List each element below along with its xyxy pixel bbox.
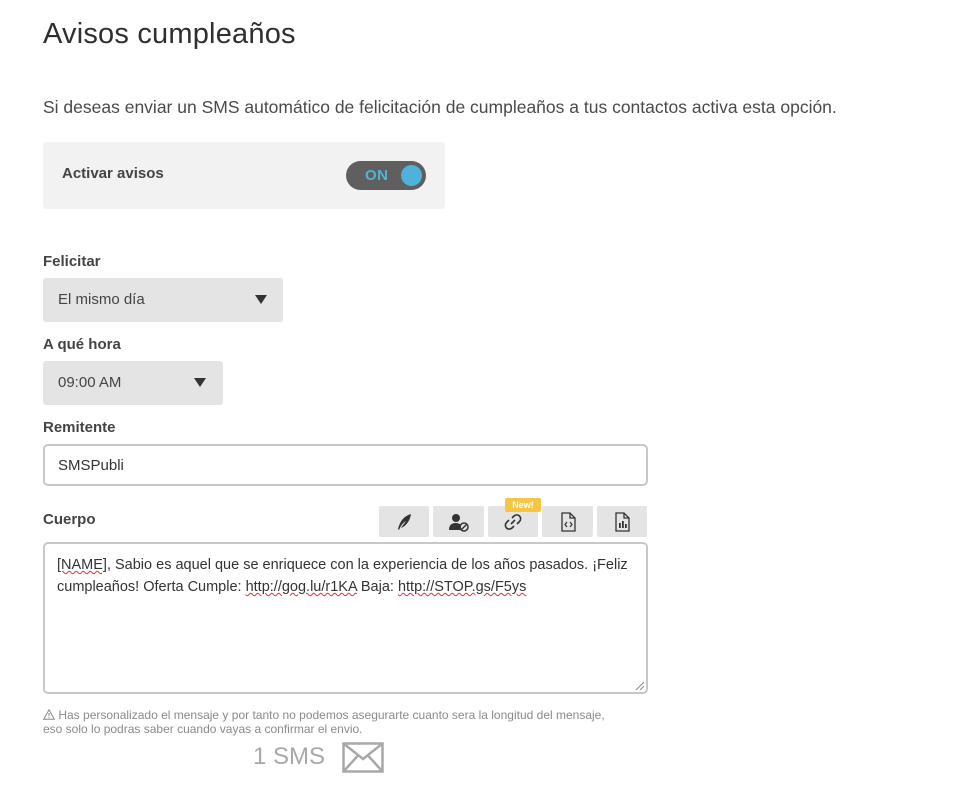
feather-icon [398, 513, 411, 530]
remitente-label: Remitente [43, 419, 116, 436]
remitente-input[interactable] [43, 444, 648, 486]
length-warning: Has personalizado el mensaje y por tanto… [42, 708, 613, 736]
name-placeholder-token: [NAME] [57, 557, 107, 573]
link-icon [504, 513, 522, 530]
code-file-icon-button[interactable] [542, 506, 593, 537]
code-file-icon [560, 511, 576, 532]
activation-label: Activar avisos [62, 165, 164, 182]
chart-file-icon-button[interactable] [597, 506, 647, 537]
chevron-down-icon [255, 295, 267, 304]
hora-selected-value: 09:00 AM [58, 374, 122, 391]
chart-file-icon [615, 511, 630, 532]
envelope-icon [342, 742, 384, 773]
warning-icon [42, 708, 56, 720]
user-block-icon [448, 513, 469, 532]
cuerpo-label: Cuerpo [43, 511, 96, 528]
warning-text: Has personalizado el mensaje y por tanto… [43, 708, 605, 736]
felicitar-label: Felicitar [43, 253, 101, 270]
chevron-down-icon [194, 378, 206, 387]
activation-toggle[interactable]: ON [346, 161, 426, 190]
toggle-state-text: ON [365, 167, 389, 184]
activation-card: Activar avisos ON [43, 142, 445, 209]
hora-select[interactable]: 09:00 AM [43, 361, 223, 405]
sms-count: 1 SMS [253, 743, 326, 770]
message-text-baja: Baja: [356, 579, 398, 595]
page-description: Si deseas enviar un SMS automático de fe… [43, 97, 837, 117]
resize-grip-icon[interactable] [634, 680, 644, 690]
page-title: Avisos cumpleaños [43, 18, 296, 50]
hora-label: A qué hora [43, 336, 121, 353]
felicitar-select[interactable]: El mismo día [43, 278, 283, 322]
felicitar-selected-value: El mismo día [58, 291, 145, 308]
user-block-icon-button[interactable] [433, 506, 484, 537]
offer-link-text: http://gog.lu/r1KA [245, 579, 357, 595]
feather-icon-button[interactable] [379, 506, 429, 537]
new-badge: New! [505, 498, 541, 512]
unsubscribe-link-text: http://STOP.gs/F5ys [397, 579, 527, 595]
cuerpo-textarea[interactable]: [NAME], Sabio es aquel que se enriquece … [43, 542, 648, 694]
toggle-knob [401, 165, 422, 186]
